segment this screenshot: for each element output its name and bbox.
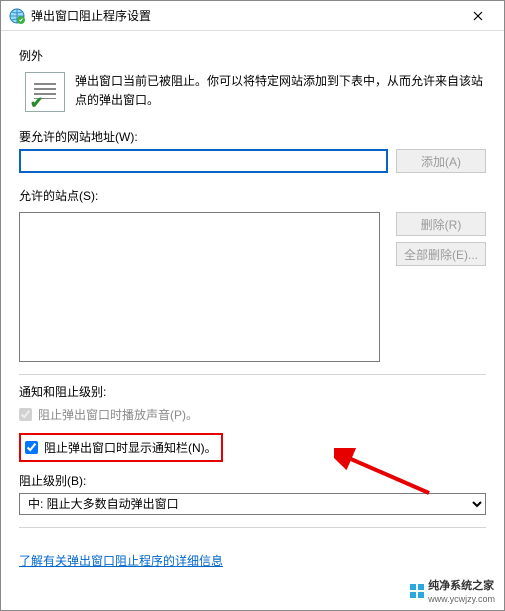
page-check-icon: ✔ <box>25 72 65 112</box>
block-level-label: 阻止级别(B): <box>19 472 486 489</box>
divider-2 <box>19 527 486 528</box>
notify-heading: 通知和阻止级别: <box>19 383 486 400</box>
play-sound-row[interactable]: 阻止弹出窗口时播放声音(P)。 <box>19 404 486 425</box>
play-sound-checkbox[interactable] <box>19 408 32 421</box>
description-row: ✔ 弹出窗口当前已被阻止。你可以将特定网站添加到下表中，从而允许来自该站点的弹出… <box>19 72 486 112</box>
watermark-brand: 纯净系统之家 <box>428 580 494 592</box>
dialog-window: 弹出窗口阻止程序设置 例外 ✔ 弹出窗口当前已被阻止。你可以将特定网站添加到下表… <box>0 0 505 611</box>
address-label: 要允许的网站地址(W): <box>19 128 486 145</box>
close-button[interactable] <box>458 2 498 30</box>
watermark-logo-icon <box>410 584 424 598</box>
learn-more-link[interactable]: 了解有关弹出窗口阻止程序的详细信息 <box>19 552 223 569</box>
globe-shield-icon <box>9 8 25 24</box>
close-icon <box>473 8 483 24</box>
play-sound-label: 阻止弹出窗口时播放声音(P)。 <box>38 406 198 423</box>
watermark: 纯净系统之家 www.ycwjzy.com <box>407 576 498 606</box>
block-level-select[interactable]: 中: 阻止大多数自动弹出窗口 <box>19 493 486 515</box>
allowed-sites-list[interactable] <box>19 212 380 362</box>
remove-button[interactable]: 删除(R) <box>396 212 486 236</box>
exceptions-heading: 例外 <box>19 47 486 64</box>
titlebar: 弹出窗口阻止程序设置 <box>1 1 504 31</box>
address-input[interactable] <box>19 149 388 173</box>
watermark-url: www.ycwjzy.com <box>428 594 495 604</box>
remove-all-button[interactable]: 全部删除(E)... <box>396 242 486 266</box>
divider <box>19 374 486 375</box>
show-bar-checkbox[interactable] <box>25 441 38 454</box>
add-button[interactable]: 添加(A) <box>396 149 486 173</box>
show-bar-row[interactable]: 阻止弹出窗口时显示通知栏(N)。 <box>25 437 217 458</box>
dialog-content: 例外 ✔ 弹出窗口当前已被阻止。你可以将特定网站添加到下表中，从而允许来自该站点… <box>1 31 504 610</box>
highlight-box: 阻止弹出窗口时显示通知栏(N)。 <box>19 433 223 462</box>
window-title: 弹出窗口阻止程序设置 <box>31 7 458 24</box>
allowed-sites-label: 允许的站点(S): <box>19 187 486 204</box>
description-text: 弹出窗口当前已被阻止。你可以将特定网站添加到下表中，从而允许来自该站点的弹出窗口… <box>75 72 486 110</box>
show-bar-label: 阻止弹出窗口时显示通知栏(N)。 <box>44 439 217 456</box>
